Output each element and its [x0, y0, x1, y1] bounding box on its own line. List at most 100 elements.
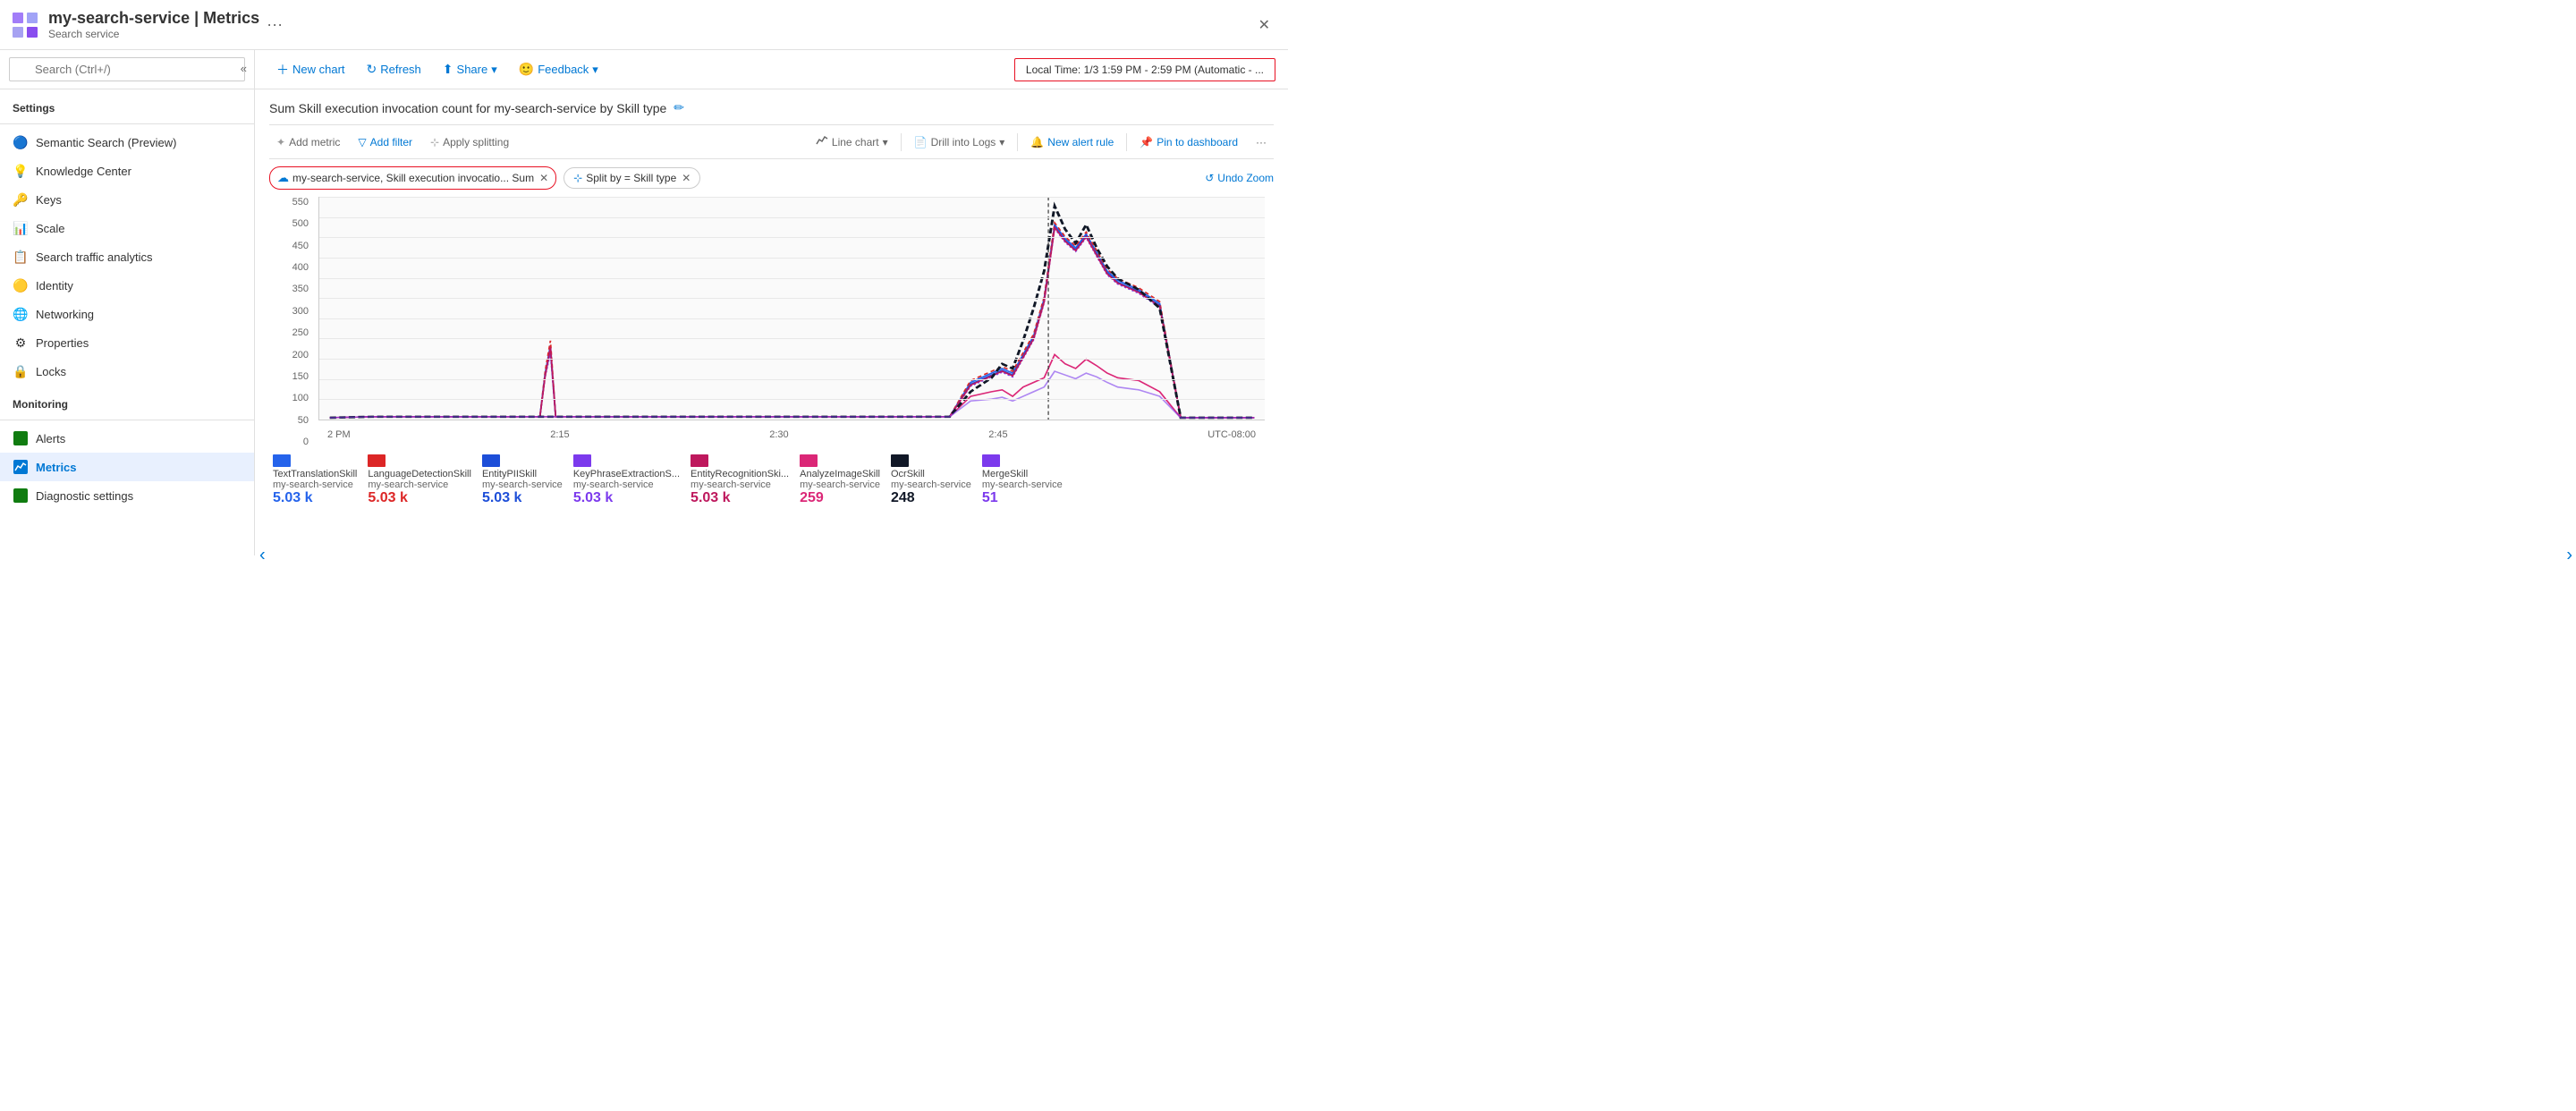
- more-options-dots[interactable]: ···: [267, 15, 283, 34]
- new-chart-label: New chart: [292, 63, 345, 76]
- metric-pill-close[interactable]: ✕: [539, 172, 548, 184]
- undo-zoom-button[interactable]: ↺ Undo Zoom: [1205, 172, 1274, 184]
- sidebar-item-alerts[interactable]: Alerts: [0, 424, 254, 453]
- new-alert-rule-button[interactable]: 🔔 New alert rule: [1023, 132, 1121, 152]
- legend-value: 5.03 k: [273, 490, 312, 506]
- chart-title-row: Sum Skill execution invocation count for…: [269, 100, 1274, 115]
- drill-logs-chevron: ▾: [999, 136, 1004, 148]
- diagnostic-settings-icon: [13, 488, 29, 504]
- pin-to-dashboard-button[interactable]: 📌 Pin to dashboard: [1132, 132, 1245, 152]
- time-range-label: Local Time: 1/3 1:59 PM - 2:59 PM (Autom…: [1026, 64, 1264, 76]
- share-button[interactable]: ⬆ Share ▾: [434, 57, 506, 81]
- content-area: ＋ New chart ↻ Refresh ⬆ Share ▾ 🙂 Feedba…: [255, 50, 1288, 556]
- metric-pills-row: ☁ my-search-service, Skill execution inv…: [269, 166, 1274, 190]
- feedback-label: Feedback: [538, 63, 589, 76]
- sidebar-item-semantic-search-label: Semantic Search (Preview): [36, 136, 177, 149]
- chart-more-button[interactable]: ···: [1249, 132, 1274, 152]
- legend-header: [273, 454, 291, 467]
- legend-skill-name: OcrSkill: [891, 469, 925, 479]
- toolbar-separator-2: [1017, 133, 1018, 151]
- sidebar-item-diagnostic-settings[interactable]: Diagnostic settings: [0, 481, 254, 510]
- identity-icon: 🟡: [13, 277, 29, 293]
- chart-container: Sum Skill execution invocation count for…: [255, 89, 1288, 556]
- line-chart-label: Line chart: [832, 136, 879, 148]
- sidebar-item-properties-label: Properties: [36, 336, 89, 350]
- sidebar-item-keys[interactable]: 🔑 Keys: [0, 185, 254, 214]
- sidebar-item-properties[interactable]: ⚙ Properties: [0, 328, 254, 357]
- share-label: Share: [457, 63, 488, 76]
- page-subtitle: Search service: [48, 28, 259, 40]
- feedback-chevron-icon: ▾: [592, 63, 598, 77]
- locks-icon: 🔒: [13, 363, 29, 379]
- time-range-button[interactable]: Local Time: 1/3 1:59 PM - 2:59 PM (Autom…: [1014, 58, 1275, 81]
- add-filter-label: Add filter: [370, 136, 412, 148]
- sidebar-item-locks-label: Locks: [36, 365, 66, 378]
- split-pill-close[interactable]: ✕: [682, 172, 691, 184]
- legend-header: [982, 454, 1000, 467]
- alerts-icon: [13, 430, 29, 446]
- main-toolbar: ＋ New chart ↻ Refresh ⬆ Share ▾ 🙂 Feedba…: [255, 50, 1288, 89]
- nav-arrow-left[interactable]: ‹: [256, 539, 269, 556]
- add-metric-icon: ✦: [276, 136, 285, 148]
- split-pill[interactable]: ⊹ Split by = Skill type ✕: [564, 167, 700, 189]
- toolbar-separator-3: [1126, 133, 1127, 151]
- legend-service-name: my-search-service: [273, 479, 353, 490]
- legend-color-bar: [482, 454, 500, 467]
- chart-title: Sum Skill execution invocation count for…: [269, 101, 666, 115]
- sidebar-item-metrics[interactable]: Metrics: [0, 453, 254, 481]
- split-pill-label: Split by = Skill type: [586, 172, 676, 184]
- sidebar-item-identity[interactable]: 🟡 Identity: [0, 271, 254, 300]
- legend-skill-name: EntityRecognitionSki...: [691, 469, 789, 479]
- feedback-icon: 🙂: [519, 62, 534, 77]
- new-chart-button[interactable]: ＋ New chart: [267, 56, 354, 83]
- metric-pill-icon: ☁: [277, 171, 289, 185]
- legend-header: [368, 454, 386, 467]
- legend-color-bar: [691, 454, 708, 467]
- sidebar-item-scale[interactable]: 📊 Scale: [0, 214, 254, 242]
- sidebar-item-networking[interactable]: 🌐 Networking: [0, 300, 254, 328]
- semantic-search-icon: 🔵: [13, 134, 29, 150]
- legend-header: [573, 454, 591, 467]
- close-button[interactable]: ✕: [1251, 13, 1277, 38]
- sidebar-collapse-button[interactable]: «: [233, 57, 254, 80]
- legend-color-bar: [573, 454, 591, 467]
- legend-service-name: my-search-service: [982, 479, 1063, 490]
- add-metric-button[interactable]: ✦ Add metric: [269, 132, 347, 152]
- metric-pill[interactable]: ☁ my-search-service, Skill execution inv…: [269, 166, 556, 190]
- legend-skill-name: TextTranslationSkill: [273, 469, 357, 479]
- search-input[interactable]: [9, 57, 245, 81]
- legend-skill-name: MergeSkill: [982, 469, 1028, 479]
- sidebar-item-semantic-search[interactable]: 🔵 Semantic Search (Preview): [0, 128, 254, 157]
- sidebar-item-keys-label: Keys: [36, 193, 62, 207]
- alert-rule-icon: 🔔: [1030, 136, 1044, 148]
- sidebar-item-search-traffic[interactable]: 📋 Search traffic analytics: [0, 242, 254, 271]
- line-chart-button[interactable]: Line chart ▾: [809, 131, 895, 153]
- chart-y-axis: 550 500 450 400 350 300 250 200 150 100 …: [269, 197, 314, 447]
- legend-service-name: my-search-service: [368, 479, 448, 490]
- legend-service-name: my-search-service: [691, 479, 771, 490]
- share-chevron-icon: ▾: [491, 63, 497, 77]
- chart-toolbar: ✦ Add metric ▽ Add filter ⊹ Apply splitt…: [269, 124, 1274, 159]
- more-icon: ···: [1256, 136, 1267, 148]
- legend-header: [691, 454, 708, 467]
- undo-zoom-icon: ↺: [1205, 172, 1214, 184]
- drill-into-logs-button[interactable]: 📄 Drill into Logs ▾: [907, 132, 1013, 152]
- legend-item-language-detection: LanguageDetectionSkill my-search-service…: [368, 454, 471, 506]
- legend-item-analyze-image: AnalyzeImageSkill my-search-service 259: [800, 454, 880, 506]
- split-pill-icon: ⊹: [573, 172, 582, 184]
- sidebar-item-locks[interactable]: 🔒 Locks: [0, 357, 254, 386]
- settings-section-label: Settings: [0, 89, 254, 120]
- legend-item-entity-pii: EntityPIISkill my-search-service 5.03 k: [482, 454, 563, 506]
- refresh-button[interactable]: ↻ Refresh: [358, 57, 430, 81]
- apply-splitting-button[interactable]: ⊹ Apply splitting: [423, 132, 516, 152]
- chart-edit-icon[interactable]: ✏: [674, 100, 684, 115]
- legend-color-bar: [982, 454, 1000, 467]
- legend-color-bar: [368, 454, 386, 467]
- sidebar-item-knowledge-center[interactable]: 💡 Knowledge Center: [0, 157, 254, 185]
- legend-service-name: my-search-service: [482, 479, 563, 490]
- apply-splitting-label: Apply splitting: [443, 136, 509, 148]
- sidebar-item-diagnostic-settings-label: Diagnostic settings: [36, 489, 133, 503]
- legend-value: 248: [891, 490, 915, 506]
- add-filter-button[interactable]: ▽ Add filter: [351, 132, 419, 152]
- feedback-button[interactable]: 🙂 Feedback ▾: [510, 57, 607, 81]
